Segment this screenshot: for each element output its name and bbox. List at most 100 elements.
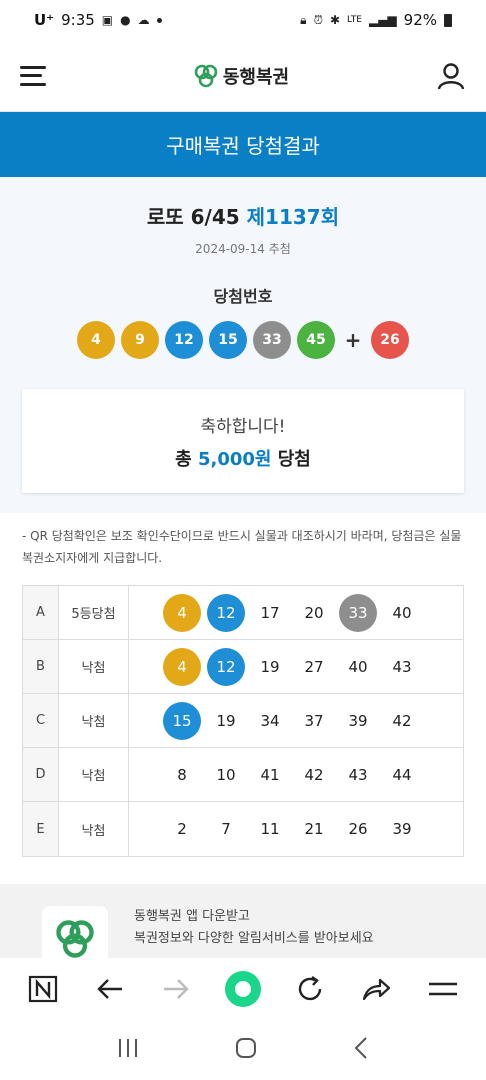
ticket-number: 43 xyxy=(348,765,368,784)
ticket-table: A 5등당첨 4 12 17 20 33 40 B 낙첨 4 12 19 27 40 43 C 낙첨 15 19 34 3… xyxy=(22,585,464,857)
network-label: LTE xyxy=(347,15,362,25)
ticket-numbers: 2 7 11 21 26 39 xyxy=(129,802,463,856)
share-icon[interactable] xyxy=(354,967,398,1011)
prize-line: 총 5,000원 당첨 xyxy=(175,445,311,471)
table-row: A 5등당첨 4 12 17 20 33 40 xyxy=(23,586,463,640)
battery-icon xyxy=(444,13,452,27)
ticket-numbers: 8 10 41 42 43 44 xyxy=(129,748,463,801)
ticket-number: 19 xyxy=(260,657,280,676)
refresh-icon[interactable] xyxy=(288,967,332,1011)
draw-round: 제1137회 xyxy=(246,205,340,229)
browser-toolbar xyxy=(0,958,486,1020)
ticket-number: 40 xyxy=(392,603,412,622)
lock-icon: 🔒︎ xyxy=(300,12,307,27)
logo-text: 동행복권 xyxy=(222,66,290,88)
ticket-result: 5등당첨 xyxy=(59,586,129,639)
ticket-number: 8 xyxy=(177,765,187,784)
draw-date: 2024-09-14 추첨 xyxy=(195,242,291,256)
home-circle-icon[interactable] xyxy=(221,967,265,1011)
ticket-number: 39 xyxy=(348,711,368,730)
battery-label: 92% xyxy=(403,11,437,29)
congrats-message: 축하합니다! xyxy=(200,416,286,437)
prize-prefix: 총 xyxy=(175,448,198,470)
table-row: D 낙첨 8 10 41 42 43 44 xyxy=(23,748,463,802)
ticket-number: 42 xyxy=(304,765,324,784)
hamburger-menu-icon[interactable] xyxy=(20,65,46,86)
recent-apps-icon[interactable] xyxy=(117,1037,139,1063)
more-notifications-icon xyxy=(156,17,162,23)
ticket-game-label: E xyxy=(23,802,59,856)
table-row: E 낙첨 2 7 11 21 26 39 xyxy=(23,802,463,856)
ticket-number: 19 xyxy=(216,711,236,730)
winning-ball: 15 xyxy=(209,321,247,359)
menu-icon[interactable] xyxy=(421,967,465,1011)
prize-suffix: 당첨 xyxy=(271,448,311,470)
ticket-result: 낙첨 xyxy=(59,748,129,801)
ticket-game-label: C xyxy=(23,694,59,747)
bonus-ball: 26 xyxy=(371,321,409,359)
winning-ball: 4 xyxy=(77,321,115,359)
bonus-plus-sign: + xyxy=(344,328,362,352)
system-nav-bar xyxy=(0,1020,486,1080)
winning-ball: 45 xyxy=(297,321,335,359)
game-name: 로또 6/45 xyxy=(146,205,240,229)
clover-logo-icon xyxy=(194,64,218,87)
user-account-icon[interactable] xyxy=(436,61,466,91)
ticket-numbers: 4 12 17 20 33 40 xyxy=(129,586,463,639)
ticket-number-matched: 4 xyxy=(163,593,201,632)
back-icon[interactable] xyxy=(353,1036,369,1064)
ticket-game-label: D xyxy=(23,748,59,801)
forward-arrow-icon[interactable] xyxy=(154,967,198,1011)
ticket-number: 40 xyxy=(348,657,368,676)
ticket-number-matched: 12 xyxy=(207,647,245,686)
draw-result-section: 로또 6/45 제1137회 2024-09-14 추첨 당첨번호 4 9 12… xyxy=(0,177,486,513)
ticket-number: 42 xyxy=(392,711,412,730)
cloud-notification-icon: ☁ xyxy=(137,13,150,27)
ticket-number-matched: 33 xyxy=(339,593,377,632)
ticket-number: 2 xyxy=(177,820,187,838)
ticket-number: 43 xyxy=(392,657,412,676)
winning-ball: 12 xyxy=(165,321,203,359)
talk-notification-icon: ● xyxy=(120,13,131,27)
page-title-band: 구매복권 당첨결과 xyxy=(0,112,486,177)
ticket-number: 26 xyxy=(348,820,368,838)
ticket-number: 44 xyxy=(392,765,412,784)
banner-line-2: 복권정보와 다양한 알림서비스를 받아보세요 xyxy=(134,931,374,946)
ticket-number: 39 xyxy=(392,820,412,838)
clover-logo-icon xyxy=(56,920,94,958)
home-icon[interactable] xyxy=(234,1036,258,1064)
ticket-number: 27 xyxy=(304,657,324,676)
ticket-numbers: 4 12 19 27 40 43 xyxy=(129,640,463,693)
table-row: B 낙첨 4 12 19 27 40 43 xyxy=(23,640,463,694)
ticket-number-matched: 15 xyxy=(163,701,201,740)
time-label: 9:35 xyxy=(61,11,95,29)
ticket-number: 34 xyxy=(260,711,280,730)
congrats-card: 축하합니다! 총 5,000원 당첨 xyxy=(22,389,464,493)
winning-numbers-label: 당첨번호 xyxy=(213,287,273,306)
table-row: C 낙첨 15 19 34 37 39 42 xyxy=(23,694,463,748)
app-header: 동행복권 xyxy=(0,40,486,112)
signal-icon: ▂▄▆ xyxy=(368,13,397,27)
ticket-numbers: 15 19 34 37 39 42 xyxy=(129,694,463,747)
back-arrow-icon[interactable] xyxy=(88,967,132,1011)
ticket-number-matched: 12 xyxy=(207,593,245,632)
ticket-number: 20 xyxy=(304,603,324,622)
ticket-number: 7 xyxy=(221,820,231,838)
prize-amount: 5,000원 xyxy=(197,448,272,470)
gallery-notification-icon: ▣ xyxy=(101,13,114,27)
app-download-banner[interactable]: 동행복권 앱 다운받고 복권정보와 다양한 알림서비스를 받아보세요 xyxy=(0,884,486,964)
winning-numbers: 4 9 12 15 33 45 + 26 xyxy=(22,321,464,359)
site-logo[interactable]: 동행복권 xyxy=(193,63,289,89)
bluetooth-icon: ✱ xyxy=(329,13,340,27)
n-icon[interactable] xyxy=(21,967,65,1011)
banner-line-1: 동행복권 앱 다운받고 xyxy=(134,909,250,924)
ticket-game-label: A xyxy=(23,586,59,639)
winning-ball: 9 xyxy=(121,321,159,359)
ticket-number: 10 xyxy=(216,765,236,784)
ticket-number: 21 xyxy=(304,820,324,838)
app-banner-text: 동행복권 앱 다운받고 복권정보와 다양한 알림서비스를 받아보세요 xyxy=(134,906,374,950)
carrier-label: U⁺ xyxy=(34,11,55,29)
app-logo xyxy=(42,906,108,964)
ticket-result: 낙첨 xyxy=(59,640,129,693)
status-bar: U⁺ 9:35 ▣ ● ☁ 🔒︎ ⏰︎ ✱ LTE ▂▄▆ 92% xyxy=(0,0,486,40)
